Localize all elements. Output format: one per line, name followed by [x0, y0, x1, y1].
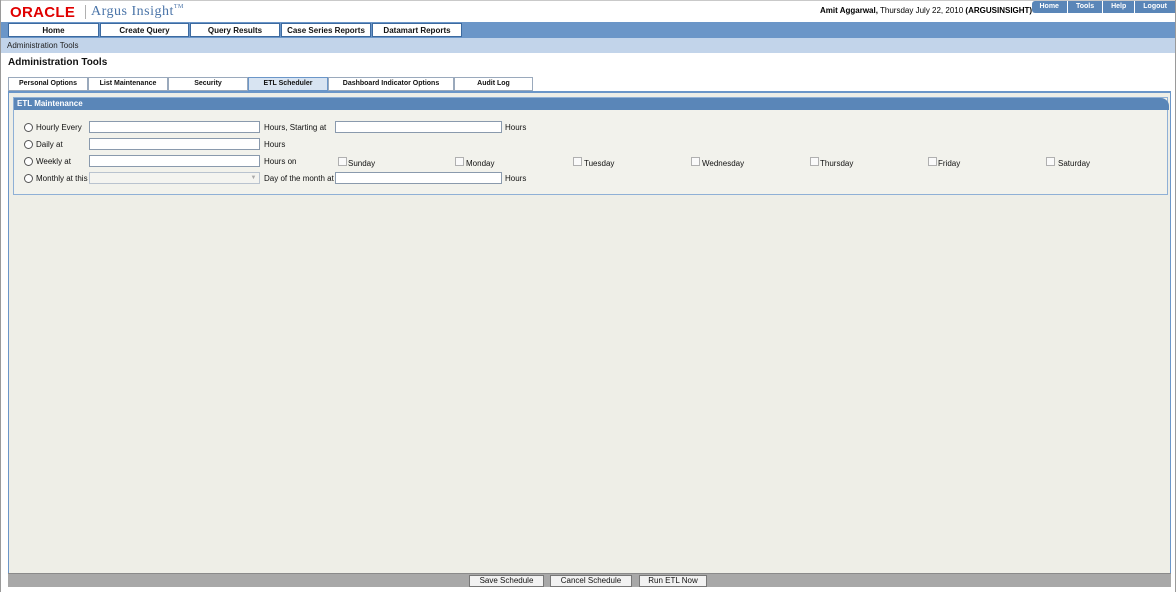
wednesday-label: Wednesday — [702, 159, 745, 168]
monthly-day-select[interactable]: ▼ — [89, 172, 260, 184]
hourly-radio[interactable] — [24, 123, 33, 132]
content-panel: ETL Maintenance Hourly Every Hours, Star… — [8, 93, 1171, 573]
action-bar: Save Schedule Cancel Schedule Run ETL No… — [8, 573, 1171, 587]
hourly-end-label: Hours — [505, 123, 527, 132]
saturday-label: Saturday — [1058, 159, 1091, 168]
nav-query-results[interactable]: Query Results — [190, 23, 280, 37]
breadcrumb: Administration Tools — [7, 41, 79, 50]
nav-home[interactable]: Home — [8, 23, 99, 37]
monthly-time-input[interactable] — [335, 172, 502, 184]
chevron-down-icon: ▼ — [250, 175, 257, 181]
user-info: Amit Aggarwal, Thursday July 22, 2010 (A… — [820, 6, 1032, 15]
product-name: Argus Insight — [91, 4, 174, 19]
hourly-start-input[interactable] — [335, 121, 502, 133]
database-name: (ARGUSINSIGHT) — [965, 6, 1033, 15]
trademark: TM — [173, 4, 184, 10]
tab-audit-log[interactable]: Audit Log — [454, 77, 533, 91]
etl-maintenance-section: ETL Maintenance Hourly Every Hours, Star… — [13, 97, 1169, 195]
hourly-interval-input[interactable] — [89, 121, 260, 133]
app-window: ORACLE Argus InsightTM Amit Aggarwal, Th… — [0, 0, 1176, 592]
breadcrumb-bar: Administration Tools — [1, 38, 1175, 53]
tuesday-checkbox[interactable] — [573, 157, 582, 166]
hourly-label: Hourly Every — [36, 123, 82, 132]
brand-bar: ORACLE Argus InsightTM Amit Aggarwal, Th… — [1, 0, 1175, 22]
top-links: Home Tools Help Logout — [1031, 1, 1175, 13]
brand-divider — [85, 5, 86, 19]
hourly-mid-label: Hours, Starting at — [264, 123, 327, 132]
tab-dashboard-indicator-options[interactable]: Dashboard Indicator Options — [328, 77, 454, 91]
monthly-label: Monthly at this — [36, 174, 88, 183]
cancel-schedule-button[interactable]: Cancel Schedule — [550, 575, 632, 587]
weekly-label: Weekly at — [36, 157, 71, 166]
nav-case-series-reports[interactable]: Case Series Reports — [281, 23, 371, 37]
monthly-radio[interactable] — [24, 174, 33, 183]
save-schedule-button[interactable]: Save Schedule — [469, 575, 544, 587]
nav-create-query[interactable]: Create Query — [100, 23, 189, 37]
friday-checkbox[interactable] — [928, 157, 937, 166]
tab-personal-options[interactable]: Personal Options — [8, 77, 88, 91]
monday-checkbox[interactable] — [455, 157, 464, 166]
section-title: ETL Maintenance — [14, 98, 1169, 110]
weekly-mid-label: Hours on — [264, 157, 297, 166]
monthly-end-label: Hours — [505, 174, 527, 183]
monday-label: Monday — [466, 159, 495, 168]
tab-list-maintenance[interactable]: List Maintenance — [88, 77, 168, 91]
thursday-label: Thursday — [820, 159, 854, 168]
tab-etl-scheduler[interactable]: ETL Scheduler — [248, 77, 328, 91]
sunday-checkbox[interactable] — [338, 157, 347, 166]
current-date: Thursday July 22, 2010 — [880, 6, 964, 15]
tab-security[interactable]: Security — [168, 77, 248, 91]
oracle-logo: ORACLE — [10, 4, 76, 21]
weekly-time-input[interactable] — [89, 155, 260, 167]
page-title: Administration Tools — [8, 57, 108, 68]
main-nav: Home Create Query Query Results Case Ser… — [1, 22, 1175, 38]
top-link-home[interactable]: Home — [1031, 1, 1067, 13]
top-link-logout[interactable]: Logout — [1134, 1, 1175, 13]
daily-label: Daily at — [36, 140, 63, 149]
daily-end-label: Hours — [264, 140, 286, 149]
monthly-mid-label: Day of the month at — [264, 174, 334, 183]
wednesday-checkbox[interactable] — [691, 157, 700, 166]
tuesday-label: Tuesday — [584, 159, 615, 168]
daily-radio[interactable] — [24, 140, 33, 149]
friday-label: Friday — [938, 159, 961, 168]
thursday-checkbox[interactable] — [810, 157, 819, 166]
product-logo: Argus InsightTM — [91, 4, 184, 20]
run-etl-now-button[interactable]: Run ETL Now — [639, 575, 707, 587]
weekly-radio[interactable] — [24, 157, 33, 166]
daily-time-input[interactable] — [89, 138, 260, 150]
user-name: Amit Aggarwal, — [820, 6, 878, 15]
saturday-checkbox[interactable] — [1046, 157, 1055, 166]
top-link-tools[interactable]: Tools — [1066, 1, 1103, 13]
nav-datamart-reports[interactable]: Datamart Reports — [372, 23, 462, 37]
sunday-label: Sunday — [348, 159, 376, 168]
top-link-help[interactable]: Help — [1102, 1, 1135, 13]
